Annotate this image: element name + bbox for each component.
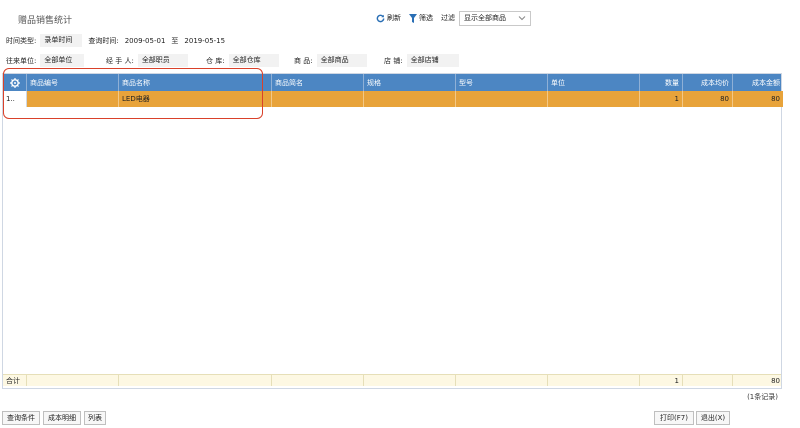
refresh-button[interactable]: 刷新 xyxy=(376,13,401,23)
partner-label: 往来单位: xyxy=(6,56,37,65)
col-header-avg-cost[interactable]: 成本均价 xyxy=(683,74,733,91)
funnel-icon xyxy=(409,13,417,23)
store-field[interactable]: 全部店铺 xyxy=(406,54,459,67)
goods-field[interactable]: 全部商品 xyxy=(316,54,367,67)
highlight-box xyxy=(3,68,263,119)
footer-cell xyxy=(456,375,548,386)
warehouse-field[interactable]: 全部仓库 xyxy=(228,54,279,67)
cell-spec xyxy=(364,91,456,107)
time-type-label: 时间类型: xyxy=(6,36,37,45)
chevron-down-icon xyxy=(518,16,526,21)
col-header-spec[interactable]: 规格 xyxy=(364,74,456,91)
refresh-icon xyxy=(376,14,385,22)
record-count: (1条记录) xyxy=(747,393,778,401)
col-header-qty[interactable]: 数量 xyxy=(640,74,683,91)
date-from-field[interactable]: 2009-05-01 xyxy=(125,37,166,45)
exit-button[interactable]: 退出(X) xyxy=(696,411,730,425)
col-header-short-name[interactable]: 商品简名 xyxy=(272,74,364,91)
filter-select-value: 显示全部商品 xyxy=(464,14,506,22)
list-button[interactable]: 列表 xyxy=(84,411,106,425)
cost-detail-button[interactable]: 成本明细 xyxy=(43,411,81,425)
footer-label: 合计 xyxy=(3,375,27,386)
filter-select[interactable]: 显示全部商品 xyxy=(459,10,531,26)
grid-footer: 合计 1 80 xyxy=(3,374,781,386)
query-row: 时间类型: 录单时间 查询时间: 2009-05-01 至 2019-05-15 xyxy=(6,34,225,47)
goods-label: 商 品: xyxy=(294,56,313,65)
warehouse-label: 仓 库: xyxy=(206,56,225,65)
footer-cell xyxy=(119,375,272,386)
cell-short-name xyxy=(272,91,364,107)
toolbar: 刷新 筛选 过滤 显示全部商品 xyxy=(376,10,531,26)
cell-qty: 1 xyxy=(640,91,683,107)
handler-field[interactable]: 全部职员 xyxy=(137,54,188,67)
footer-qty: 1 xyxy=(640,375,683,386)
col-header-unit[interactable]: 单位 xyxy=(548,74,640,91)
partner-field[interactable]: 全部单位 xyxy=(40,54,85,67)
date-to-field[interactable]: 2019-05-15 xyxy=(184,37,225,45)
cell-unit xyxy=(548,91,640,107)
footer-cell xyxy=(27,375,119,386)
refresh-label: 刷新 xyxy=(387,14,401,22)
date-to-word: 至 xyxy=(171,36,179,45)
footer-cell xyxy=(548,375,640,386)
footer-cell xyxy=(683,375,733,386)
footer-cell xyxy=(364,375,456,386)
window-title: 赠品销售统计 xyxy=(18,16,73,26)
cell-model xyxy=(456,91,548,107)
filter-row: 往来单位: 全部单位 经 手 人: 全部职员 仓 库: 全部仓库 商 品: 全部… xyxy=(6,54,800,68)
filter-text: 过滤 xyxy=(441,14,455,22)
footer-cell xyxy=(272,375,364,386)
footer-cost-amount: 80 xyxy=(771,376,780,385)
store-label: 店 铺: xyxy=(384,56,403,65)
handler-label: 经 手 人: xyxy=(106,56,134,65)
filter-button[interactable]: 筛选 xyxy=(409,13,433,23)
col-header-cost-amount[interactable]: 成本金额 xyxy=(733,74,783,91)
query-time-label: 查询时间: xyxy=(88,36,119,45)
print-button[interactable]: 打印(F7) xyxy=(654,411,694,425)
bottom-bar: 查询条件 成本明细 列表 打印(F7) 退出(X) xyxy=(2,411,800,425)
cell-cost-amount: 80 xyxy=(733,91,783,107)
filter-label: 筛选 xyxy=(419,14,433,22)
query-conditions-button[interactable]: 查询条件 xyxy=(2,411,40,425)
time-type-field[interactable]: 录单时间 xyxy=(40,34,83,47)
col-header-model[interactable]: 型号 xyxy=(456,74,548,91)
cell-avg-cost: 80 xyxy=(683,91,733,107)
data-grid: 商品编号 商品名称 商品简名 规格 型号 单位 数量 成本均价 成本金额 1..… xyxy=(2,73,783,389)
